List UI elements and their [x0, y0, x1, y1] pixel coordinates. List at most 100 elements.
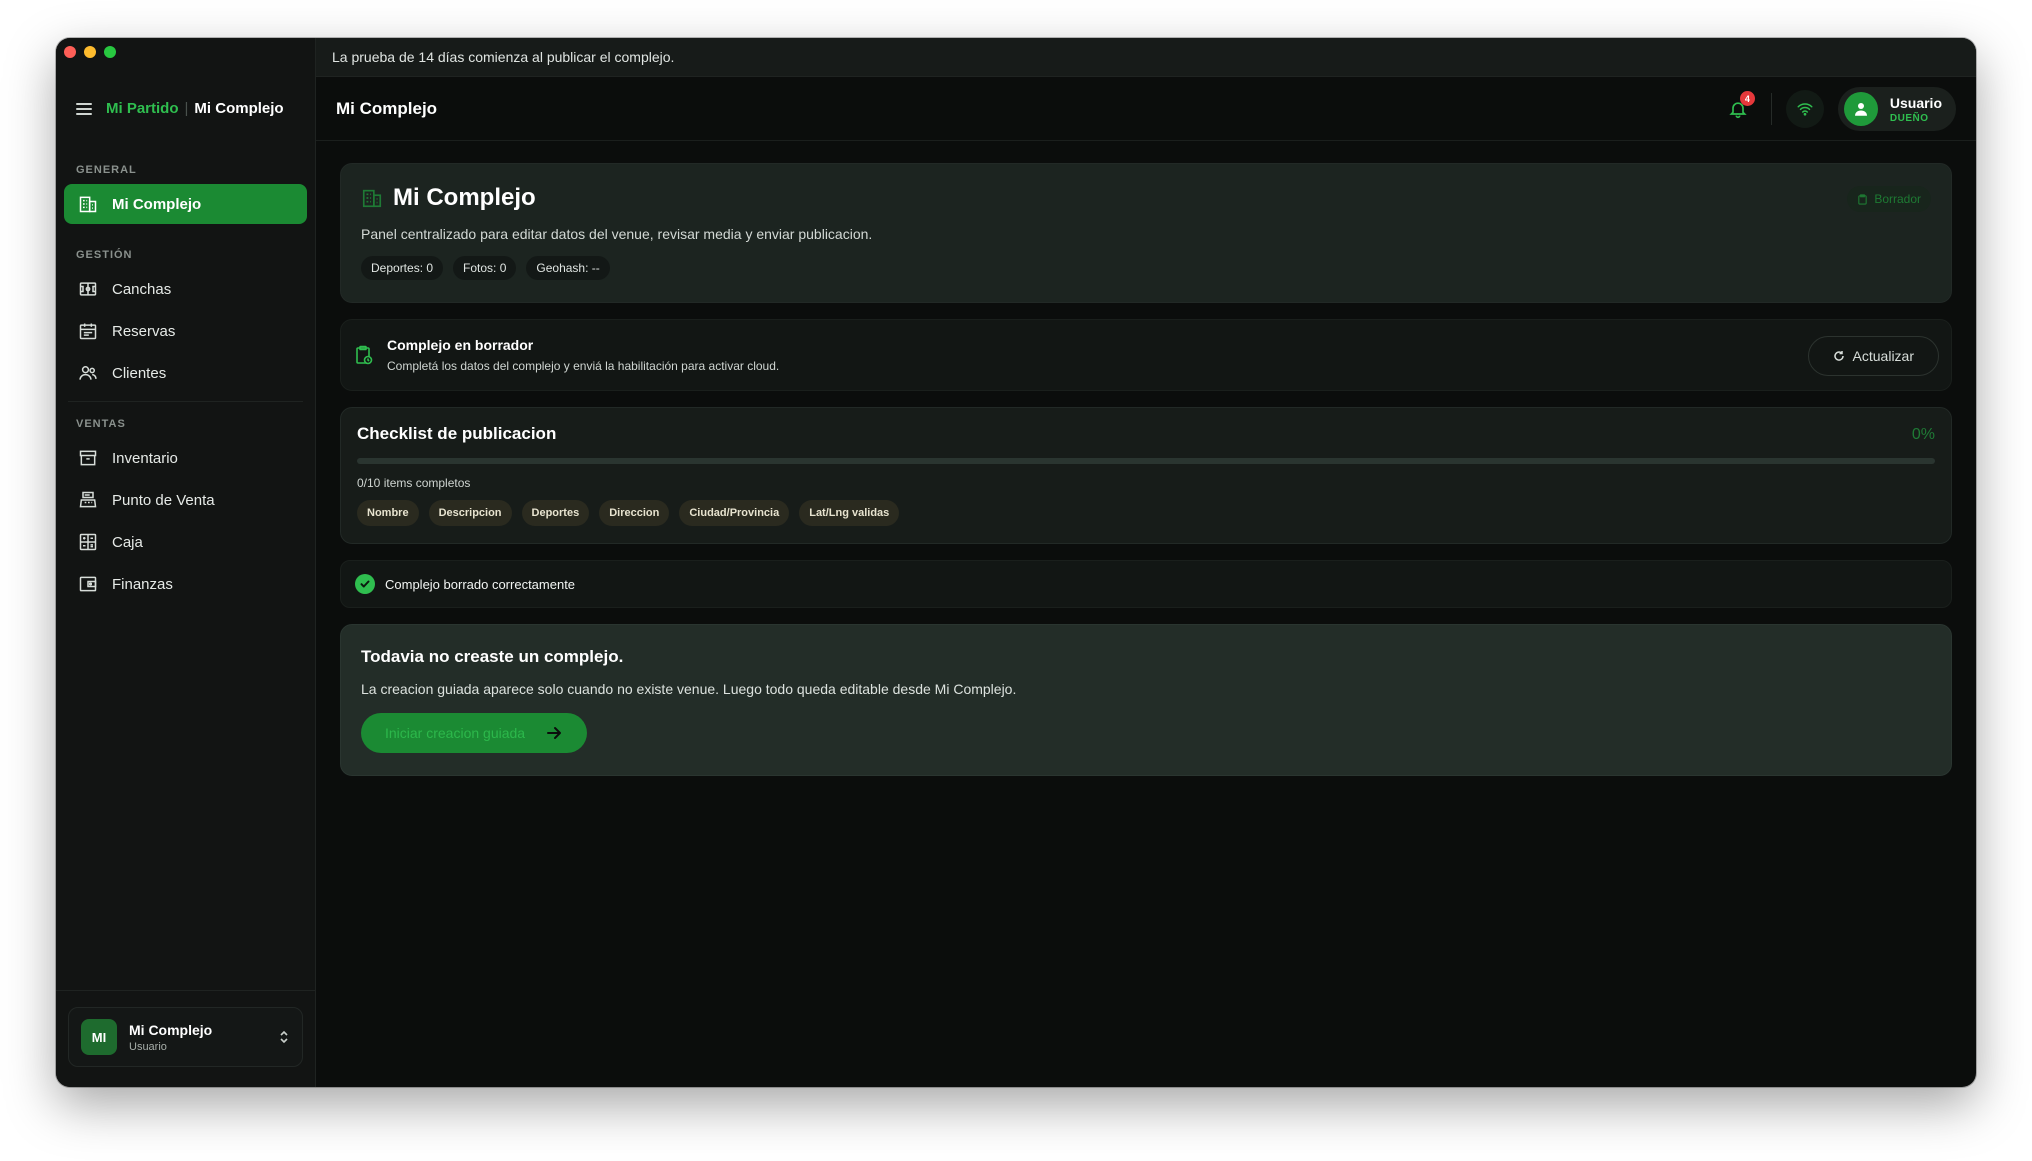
- clipboard-icon: [1858, 193, 1868, 205]
- stat-chip-deportes: Deportes: 0: [361, 256, 444, 280]
- chevron-up-down-icon: [280, 1030, 288, 1044]
- nav-section-gestion: GESTIÓN: [76, 249, 133, 261]
- user-name: Usuario: [1889, 94, 1942, 111]
- menu-icon[interactable]: [76, 102, 92, 115]
- brand-app-name: Mi Partido: [106, 100, 179, 117]
- toast-message: Complejo borrado correctamente: [385, 576, 576, 592]
- sidebar-item-label: Canchas: [112, 280, 172, 298]
- sidebar-item-label: Punto de Venta: [112, 491, 215, 509]
- profile-divider: [56, 990, 315, 991]
- user-role: DUEÑO: [1889, 112, 1929, 124]
- sidebar-item-reservas[interactable]: Reservas: [64, 311, 307, 351]
- venue-switcher-text: Mi Complejo Usuario: [129, 1022, 266, 1053]
- refresh-icon: [1833, 351, 1844, 361]
- sidebar-item-label: Clientes: [112, 364, 167, 382]
- status-badge: Borrador: [1847, 186, 1931, 212]
- nav-divider: [68, 401, 303, 402]
- draft-status-card: Complejo en borrador Completá los datos …: [340, 319, 1952, 391]
- refresh-label: Actualizar: [1852, 348, 1914, 364]
- venue-hero-card: Mi Complejo Panel centralizado para edit…: [340, 163, 1952, 303]
- success-toast: Complejo borrado correctamente: [340, 560, 1952, 608]
- notifications-button[interactable]: 4: [1719, 90, 1757, 128]
- empty-title: Todavia no creaste un complejo.: [361, 647, 624, 666]
- traffic-lights: [64, 46, 116, 58]
- sidebar-item-caja[interactable]: Caja: [64, 522, 307, 562]
- wallet-icon: [79, 576, 97, 592]
- users-icon: [79, 366, 97, 380]
- calendar-icon: [79, 323, 97, 340]
- topbar-separator: [1770, 93, 1772, 125]
- content: Mi Complejo Panel centralizado para edit…: [340, 163, 1952, 776]
- checklist-title: Checklist de publicacion: [357, 424, 557, 443]
- checklist-percent: 0%: [1911, 426, 1935, 443]
- main-area: La prueba de 14 días comienza al publica…: [316, 38, 1976, 1087]
- refresh-button[interactable]: Actualizar: [1807, 336, 1939, 376]
- stat-chip-geohash: Geohash: --: [526, 256, 610, 280]
- status-badge-label: Borrador: [1874, 192, 1921, 206]
- app-window: Mi Partido | Mi Complejo GENERAL Mi Comple…: [56, 38, 1976, 1087]
- sidebar-item-label: Reservas: [112, 322, 176, 340]
- field-icon: [79, 282, 97, 296]
- sidebar-item-label: Caja: [112, 533, 143, 551]
- checklist-progress-bar: [357, 458, 1935, 464]
- empty-description: La creacion guiada aparece solo cuando n…: [361, 681, 1017, 697]
- empty-venue-card: Todavia no creaste un complejo. La creac…: [340, 624, 1952, 776]
- publication-checklist: Checklist de publicacion 0% 0/10 items c…: [340, 407, 1952, 544]
- zoom-window-button[interactable]: [104, 46, 116, 58]
- clipboard-clock-icon: [356, 345, 373, 365]
- sidebar-item-finanzas[interactable]: Finanzas: [64, 564, 307, 604]
- wifi-icon: [1797, 103, 1813, 116]
- nav-section-ventas: VENTAS: [76, 418, 126, 430]
- hero-subtitle: Panel centralizado para editar datos del…: [361, 226, 873, 242]
- checklist-item-nombre[interactable]: Nombre: [357, 500, 419, 526]
- user-avatar: [1843, 92, 1878, 126]
- draft-status-title: Complejo en borrador: [387, 337, 534, 353]
- user-icon: [1854, 103, 1867, 116]
- checklist-pending-items: Nombre Descripcion Deportes Direccion Ci…: [357, 500, 1935, 526]
- sidebar-item-mi-complejo[interactable]: Mi Complejo: [64, 184, 307, 224]
- checklist-item-lat-lng[interactable]: Lat/Lng validas: [799, 500, 900, 526]
- sidebar-item-label: Finanzas: [112, 575, 173, 593]
- brand-venue-name: Mi Complejo: [194, 100, 284, 117]
- checklist-item-ciudad-provincia[interactable]: Ciudad/Provincia: [679, 500, 790, 526]
- checklist-item-deportes[interactable]: Deportes: [521, 500, 590, 526]
- draft-status-description: Completá los datos del complejo y enviá …: [387, 359, 780, 373]
- hero-title: Mi Complejo: [393, 184, 536, 211]
- checklist-item-descripcion[interactable]: Descripcion: [428, 500, 512, 526]
- trial-banner: La prueba de 14 días comienza al publica…: [316, 38, 1976, 77]
- sidebar: Mi Partido | Mi Complejo GENERAL Mi Comple…: [56, 38, 316, 1087]
- nav-section-general: GENERAL: [76, 164, 137, 176]
- topbar: Mi Complejo 4 Usuario DUEÑO: [316, 77, 1976, 141]
- page-title: Mi Complejo: [336, 98, 438, 118]
- calculator-icon: [79, 533, 97, 551]
- cta-label: Iniciar creacion guiada: [385, 725, 526, 741]
- close-window-button[interactable]: [64, 46, 76, 58]
- sidebar-item-clientes[interactable]: Clientes: [64, 353, 307, 393]
- stat-chip-fotos: Fotos: 0: [453, 256, 517, 280]
- checklist-item-direccion[interactable]: Direccion: [599, 500, 670, 526]
- sidebar-item-punto-de-venta[interactable]: Punto de Venta: [64, 480, 307, 520]
- brand-separator: |: [184, 100, 189, 117]
- sidebar-item-inventario[interactable]: Inventario: [64, 438, 307, 478]
- nav-divider: [68, 234, 303, 235]
- topbar-actions: 4 Usuario DUEÑO: [1719, 87, 1956, 131]
- building-icon: [362, 189, 382, 208]
- venue-name: Mi Complejo: [129, 1021, 213, 1038]
- arrow-right-icon: [547, 727, 562, 739]
- brand: Mi Partido | Mi Complejo: [106, 100, 284, 117]
- register-icon: [79, 491, 97, 508]
- user-menu[interactable]: Usuario DUEÑO: [1837, 87, 1956, 131]
- sidebar-item-canchas[interactable]: Canchas: [64, 269, 307, 309]
- connection-status-button[interactable]: [1785, 90, 1824, 128]
- archive-icon: [79, 450, 97, 466]
- checklist-count: 0/10 items completos: [357, 476, 471, 490]
- hero-title-row: Mi Complejo: [361, 184, 1931, 212]
- brand-row: Mi Partido | Mi Complejo: [76, 100, 284, 117]
- start-guided-creation-button[interactable]: Iniciar creacion guiada: [361, 713, 588, 753]
- minimize-window-button[interactable]: [84, 46, 96, 58]
- venue-switcher[interactable]: MI Mi Complejo Usuario: [68, 1007, 303, 1067]
- building-icon: [79, 196, 97, 213]
- hero-stats: Deportes: 0 Fotos: 0 Geohash: --: [361, 256, 1931, 280]
- draft-status-text: Complejo en borrador Completá los datos …: [387, 337, 779, 373]
- venue-role: Usuario: [129, 1040, 167, 1053]
